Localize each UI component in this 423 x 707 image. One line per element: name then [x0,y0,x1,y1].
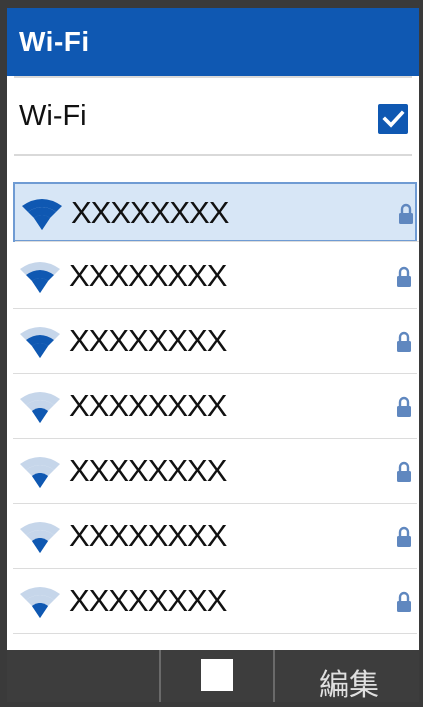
softkey-bar: 編集 [7,650,419,703]
page-title: Wi-Fi [19,26,90,57]
network-list-item[interactable]: XXXXXXXX [13,247,417,309]
lock-icon [397,266,411,287]
network-list-item[interactable]: XXXXXXXX [13,572,417,634]
network-ssid: XXXXXXXX [71,195,229,230]
network-list-item[interactable]: XXXXXXXX [13,442,417,504]
row-divider [13,503,417,504]
divider [14,76,412,78]
lock-icon [397,591,411,612]
screen: Wi-Fi Wi-Fi XXXXXXXX XXXXXXXX XXXXXXXX XXXX… [7,8,419,650]
wifi-toggle-row[interactable]: Wi-Fi [7,78,419,156]
edit-label: 編集 [319,668,379,703]
network-ssid: XXXXXXXX [69,258,227,293]
square-icon [201,659,233,691]
lock-icon [397,526,411,547]
wifi-signal-icon [20,587,60,618]
network-ssid: XXXXXXXX [69,323,227,358]
row-divider [13,373,417,374]
network-ssid: XXXXXXXX [69,453,227,488]
row-divider [13,308,417,309]
lock-icon [397,331,411,352]
network-ssid: XXXXXXXX [69,388,227,423]
lock-icon [397,396,411,417]
wifi-toggle-label: Wi-Fi [19,100,87,132]
row-divider [13,633,417,634]
row-divider [13,438,417,439]
title-bar: Wi-Fi [7,8,419,76]
network-ssid: XXXXXXXX [69,518,227,553]
network-ssid: XXXXXXXX [69,583,227,618]
row-divider [13,568,417,569]
network-list-item[interactable]: XXXXXXXX [13,377,417,439]
row-divider [15,241,419,242]
softkey-edit[interactable]: 編集 [275,650,419,703]
wifi-signal-icon [20,522,60,553]
softkey-left[interactable] [7,650,161,702]
network-list-item[interactable]: XXXXXXXX [13,182,419,242]
checkbox-checked-icon[interactable] [378,104,408,134]
network-list-item[interactable]: XXXXXXXX [13,507,417,569]
phone-frame: Wi-Fi Wi-Fi XXXXXXXX XXXXXXXX XXXXXXXX XXXX… [0,0,423,707]
wifi-signal-icon [20,262,60,293]
wifi-signal-icon [20,327,60,358]
wifi-signal-icon [22,199,62,230]
lock-icon [397,461,411,482]
wifi-signal-icon [20,392,60,423]
wifi-signal-icon [20,457,60,488]
network-list-item[interactable]: XXXXXXXX [13,637,417,650]
divider [14,154,412,156]
lock-icon [399,203,413,224]
network-list-item[interactable]: XXXXXXXX [13,312,417,374]
softkey-center[interactable] [161,650,275,702]
